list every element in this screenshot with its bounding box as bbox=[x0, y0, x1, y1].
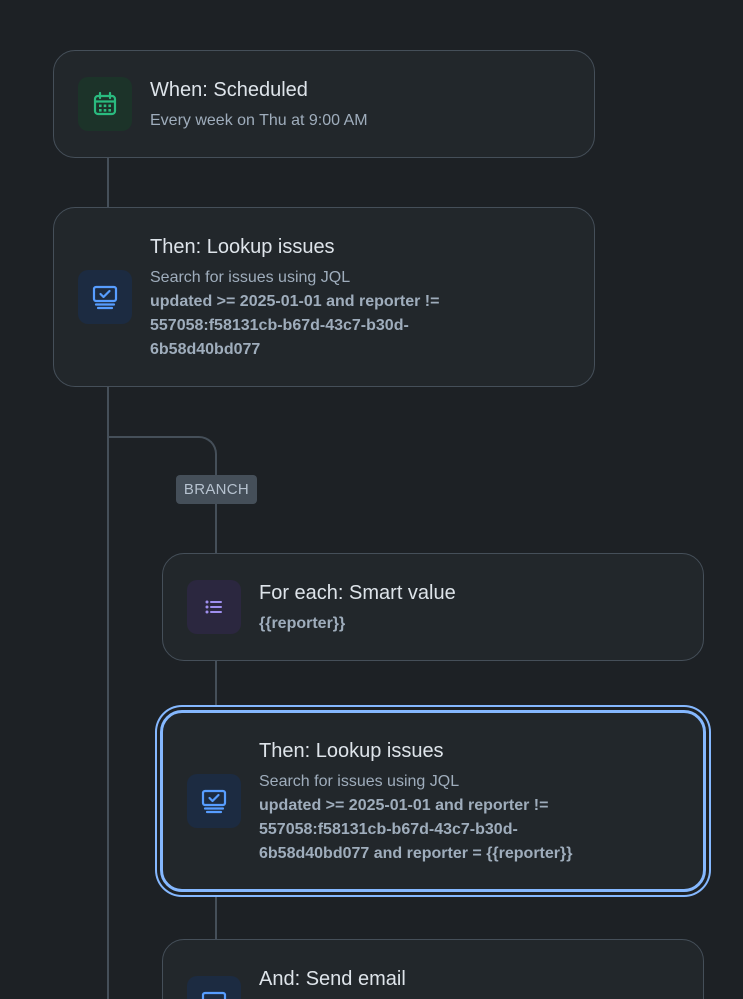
send-email-card[interactable]: And: Send email bbox=[162, 939, 704, 999]
connector-line bbox=[215, 893, 217, 940]
email-action-icon bbox=[187, 976, 241, 999]
jql-query: updated >= 2025-01-01 and reporter != 55… bbox=[150, 293, 440, 358]
send-email-title: And: Send email bbox=[259, 968, 406, 990]
lookup-issues-card[interactable]: Then: Lookup issues Search for issues us… bbox=[53, 207, 595, 387]
trigger-card[interactable]: When: Scheduled Every week on Thu at 9:0… bbox=[53, 50, 595, 158]
rule-canvas: When: Scheduled Every week on Thu at 9:0… bbox=[0, 0, 743, 999]
lookup-issues-title: Then: Lookup issues bbox=[150, 236, 335, 258]
trigger-schedule: Every week on Thu at 9:00 AM bbox=[150, 112, 368, 129]
branch-badge: BRANCH bbox=[176, 475, 257, 504]
connector-line-main bbox=[107, 386, 109, 999]
jql-query: updated >= 2025-01-01 and reporter != 55… bbox=[259, 797, 573, 862]
lookup-issues-card-selected[interactable]: Then: Lookup issues Search for issues us… bbox=[160, 710, 706, 892]
connector-line bbox=[215, 660, 217, 708]
connector-line bbox=[215, 504, 217, 554]
lookup-issues-subtitle: Search for issues using JQL bbox=[259, 773, 460, 790]
calendar-icon bbox=[78, 77, 132, 131]
lookup-issues-icon bbox=[78, 270, 132, 324]
smart-value: {{reporter}} bbox=[259, 615, 346, 632]
lookup-issues-title: Then: Lookup issues bbox=[259, 740, 444, 762]
connector-line bbox=[107, 157, 109, 208]
list-icon bbox=[187, 580, 241, 634]
lookup-issues-subtitle: Search for issues using JQL bbox=[150, 269, 351, 286]
branch-connector bbox=[108, 436, 217, 476]
lookup-issues-icon bbox=[187, 774, 241, 828]
for-each-card[interactable]: For each: Smart value {{reporter}} bbox=[162, 553, 704, 661]
for-each-title: For each: Smart value bbox=[259, 582, 456, 604]
trigger-title: When: Scheduled bbox=[150, 79, 308, 101]
